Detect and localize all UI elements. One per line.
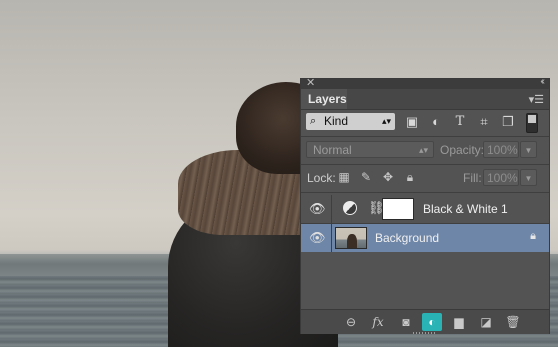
fx-icon[interactable]: fx: [368, 313, 388, 331]
adjustment-filter-icon[interactable]: ◐: [428, 113, 444, 130]
panel-menu-icon[interactable]: ▾☰: [529, 93, 544, 106]
opacity-field[interactable]: 100%: [483, 141, 519, 158]
new-adjustment-layer-icon[interactable]: ◐: [422, 313, 442, 331]
new-group-icon[interactable]: ▆: [449, 313, 469, 331]
delete-layer-icon[interactable]: 🗑︎: [503, 313, 523, 331]
image-filter-icon[interactable]: ▣: [404, 113, 420, 130]
fill-field[interactable]: 100%: [483, 169, 519, 186]
lock-label: Lock:: [307, 171, 336, 185]
layer-lock-icon[interactable]: 🔒︎: [530, 230, 536, 243]
divider: [301, 164, 549, 165]
visibility-eye-icon[interactable]: 👁︎: [309, 230, 326, 246]
layer-row-black-white-1[interactable]: 👁︎ ⛓︎ Black & White 1: [301, 195, 549, 223]
collapse-icon[interactable]: ‹‹: [540, 76, 544, 87]
close-icon[interactable]: ✕: [306, 76, 315, 89]
divider: [331, 224, 332, 252]
lock-position-icon[interactable]: ✥: [380, 169, 396, 186]
search-icon: ⌕: [310, 115, 317, 127]
layers-panel: ✕ ‹‹ Layers ▾☰ ⌕ Kind ▴▾ ▣ ◐ T ⌗ ❐ Norma…: [300, 76, 550, 334]
lock-all-icon[interactable]: 🔒︎: [402, 169, 418, 186]
shape-filter-icon[interactable]: ⌗: [476, 113, 492, 130]
lock-transparent-pixels-icon[interactable]: ▦: [336, 169, 352, 186]
opacity-slider-button[interactable]: ▼: [520, 141, 537, 158]
panel-titlebar[interactable]: ✕ ‹‹: [301, 76, 549, 89]
fill-label: Fill:: [463, 171, 482, 185]
filter-toggle[interactable]: [526, 113, 538, 133]
resize-grip[interactable]: [413, 332, 437, 334]
new-layer-icon[interactable]: ◪: [476, 313, 496, 331]
link-layers-icon[interactable]: ⊖: [341, 313, 361, 331]
visibility-eye-icon[interactable]: 👁︎: [309, 201, 326, 217]
blend-row: Normal ▴▾ Opacity: 100% ▼: [301, 139, 549, 161]
smart-object-filter-icon[interactable]: ❐: [500, 113, 516, 130]
type-filter-icon[interactable]: T: [452, 113, 468, 130]
lock-image-pixels-icon[interactable]: ✎: [358, 169, 374, 186]
layer-name[interactable]: Background: [375, 231, 439, 245]
lock-row: Lock: ▦ ✎ ✥ 🔒︎ Fill: 100% ▼: [301, 167, 549, 189]
adjustment-layer-icon: [343, 201, 357, 215]
layer-thumbnail[interactable]: [335, 227, 367, 249]
layer-row-background[interactable]: 👁︎ Background 🔒︎: [301, 224, 549, 252]
blend-mode-value: Normal: [313, 143, 352, 157]
panel-tab-row: Layers ▾☰: [301, 89, 549, 110]
add-mask-icon[interactable]: ◙: [396, 313, 416, 331]
blend-mode-select[interactable]: Normal ▴▾: [306, 141, 434, 158]
filter-kind-select[interactable]: ⌕ Kind ▴▾: [306, 113, 395, 130]
updown-arrows-icon: ▴▾: [381, 116, 391, 126]
layers-bottom-bar: ⊖ fx ◙ ◐ ▆ ◪ 🗑︎: [301, 309, 549, 334]
opacity-label: Opacity:: [440, 143, 485, 157]
filter-row: ⌕ Kind ▴▾ ▣ ◐ T ⌗ ❐: [301, 110, 549, 135]
filter-kind-label: Kind: [324, 114, 349, 128]
divider: [331, 195, 332, 223]
tab-layers[interactable]: Layers: [301, 89, 347, 109]
updown-arrows-icon: ▴▾: [418, 145, 428, 155]
layers-list: 👁︎ ⛓︎ Black & White 1 👁︎ Background 🔒︎: [301, 194, 549, 309]
divider: [301, 192, 549, 193]
layer-mask-thumbnail[interactable]: [382, 198, 414, 220]
layer-name[interactable]: Black & White 1: [423, 202, 508, 216]
divider: [301, 136, 549, 137]
fill-slider-button[interactable]: ▼: [520, 169, 537, 186]
